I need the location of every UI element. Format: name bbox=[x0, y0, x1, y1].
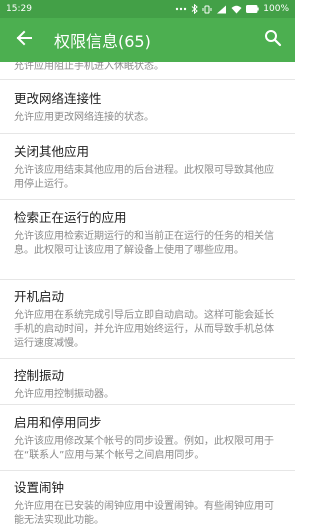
list-item[interactable]: 设置闹钟 允许应用在已安装的闹钟应用中设置闹钟。有些闹钟应用可能无法实现此功能。 bbox=[0, 471, 295, 524]
permission-list[interactable]: 允许应用阻止手机进入休眠状态。 更改网络连接性 允许应用更改网络连接的状态。 关… bbox=[0, 62, 295, 524]
permission-desc: 允许该应用检索近期运行的和当前正在运行的任务的相关信息。此权限可让该应用了解设备… bbox=[14, 231, 274, 256]
app-bar: 权限信息(65) bbox=[0, 18, 295, 62]
list-item[interactable]: 启用和停用同步 允许该应用修改某个帐号的同步设置。例如，此权限可用于在“联系人”… bbox=[0, 405, 295, 471]
permission-desc: 允许应用控制振动器。 bbox=[14, 389, 114, 400]
permission-desc: 允许应用阻止手机进入休眠状态。 bbox=[14, 62, 164, 72]
permission-title: 开机启动 bbox=[14, 289, 65, 304]
list-item[interactable]: 允许应用阻止手机进入休眠状态。 bbox=[0, 62, 295, 80]
permission-desc: 允许该应用修改某个帐号的同步设置。例如，此权限可用于在“联系人”应用与某个帐号之… bbox=[14, 436, 274, 461]
bluetooth-icon bbox=[191, 4, 199, 14]
search-icon bbox=[264, 29, 282, 51]
search-button[interactable] bbox=[251, 18, 295, 62]
wifi-icon bbox=[231, 5, 242, 14]
permission-title: 控制振动 bbox=[14, 368, 65, 383]
permission-desc: 允许应用更改网络连接的状态。 bbox=[14, 112, 154, 123]
permission-desc: 允许应用在已安装的闹钟应用中设置闹钟。有些闹钟应用可能无法实现此功能。 bbox=[14, 501, 274, 524]
page-title: 权限信息(65) bbox=[54, 32, 151, 51]
list-item[interactable]: 关闭其他应用 允许该应用结束其他应用的后台进程。此权限可导致其他应用停止运行。 bbox=[0, 134, 295, 200]
permission-title: 更改网络连接性 bbox=[14, 91, 102, 106]
status-time: 15:29 bbox=[6, 4, 32, 14]
permission-title: 设置闹钟 bbox=[14, 480, 65, 495]
signal-icon bbox=[216, 5, 227, 14]
status-icons: 100% bbox=[175, 4, 289, 14]
permission-desc: 允许该应用结束其他应用的后台进程。此权限可导致其他应用停止运行。 bbox=[14, 165, 274, 190]
status-bar: 15:29 100% bbox=[0, 0, 295, 18]
back-button[interactable] bbox=[0, 18, 48, 62]
list-item[interactable]: 控制振动 允许应用控制振动器。 bbox=[0, 359, 295, 405]
permission-desc: 允许应用在系统完成引导后立即自动启动。这样可能会延长手机的启动时间，并允许应用始… bbox=[14, 310, 274, 349]
permission-title: 检索正在运行的应用 bbox=[14, 210, 127, 225]
battery-icon bbox=[246, 5, 259, 13]
list-item[interactable]: 开机启动 允许应用在系统完成引导后立即自动启动。这样可能会延长手机的启动时间，并… bbox=[0, 280, 295, 359]
vibrate-icon bbox=[202, 5, 212, 14]
list-item[interactable]: 更改网络连接性 允许应用更改网络连接的状态。 bbox=[0, 80, 295, 134]
permission-title: 关闭其他应用 bbox=[14, 144, 90, 159]
battery-percent: 100% bbox=[263, 4, 289, 14]
permission-title: 启用和停用同步 bbox=[14, 415, 102, 430]
dots-icon bbox=[175, 6, 187, 12]
arrow-back-icon bbox=[15, 29, 33, 51]
list-item[interactable]: 检索正在运行的应用 允许该应用检索近期运行的和当前正在运行的任务的相关信息。此权… bbox=[0, 200, 295, 280]
